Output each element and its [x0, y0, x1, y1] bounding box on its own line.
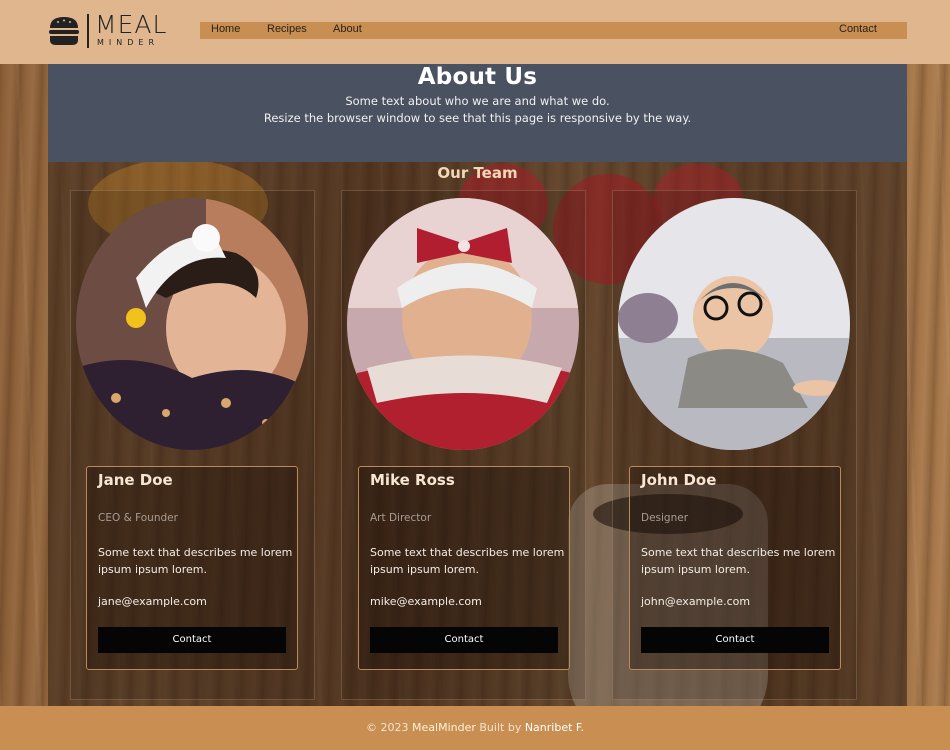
logo-divider	[87, 14, 89, 48]
site-logo[interactable]: MEAL MINDER	[48, 10, 178, 52]
nav-link-recipes[interactable]: Recipes	[267, 23, 307, 35]
member-description: Some text that describes me lorem ipsum …	[98, 546, 293, 576]
member-email: john@example.com	[641, 595, 751, 608]
team-card-john: John Doe Designer Some text that describ…	[629, 466, 841, 670]
team-card-jane: Jane Doe CEO & Founder Some text that de…	[86, 466, 298, 670]
main-content: About Us Some text about who we are and …	[48, 64, 907, 744]
member-role: Designer	[641, 512, 689, 524]
footer-brand-link[interactable]: MealMinder	[412, 721, 476, 734]
site-header: MEAL MINDER Home Recipes About Contact	[0, 0, 950, 64]
logo-title: MEAL	[95, 10, 168, 39]
site-footer: © 2023 MealMinder Built by Nanribet F.	[0, 706, 950, 750]
member-name: Jane Doe	[98, 471, 173, 489]
team-card-mike: Mike Ross Art Director Some text that de…	[358, 466, 570, 670]
nav-link-about[interactable]: About	[333, 23, 362, 35]
member-name: John Doe	[641, 471, 717, 489]
built-by-text: Built by	[479, 721, 522, 734]
nav-bar: Home Recipes About Contact	[200, 22, 907, 39]
about-text-2: Resize the browser window to see that th…	[263, 111, 692, 125]
member-role: Art Director	[370, 512, 432, 524]
nav-link-contact[interactable]: Contact	[839, 23, 877, 35]
baby-photo-1	[76, 198, 308, 450]
team-photo	[347, 198, 579, 450]
about-text-1: Some text about who we are and what we d…	[345, 94, 610, 108]
logo-subtitle: MINDER	[97, 38, 160, 47]
contact-button[interactable]: Contact	[641, 627, 829, 653]
contact-button[interactable]: Contact	[370, 627, 558, 653]
contact-button[interactable]: Contact	[98, 627, 286, 653]
team-photo	[618, 198, 850, 450]
member-description: Some text that describes me lorem ipsum …	[370, 546, 565, 576]
about-section: About Us Some text about who we are and …	[48, 64, 907, 162]
team-photo	[76, 198, 308, 450]
member-role: CEO & Founder	[98, 512, 178, 524]
nav-link-home[interactable]: Home	[211, 23, 240, 35]
baby-photo-2	[347, 198, 579, 450]
burger-icon	[49, 17, 79, 45]
baby-photo-3	[618, 198, 850, 450]
team-heading: Our Team	[437, 164, 518, 182]
footer-author-link[interactable]: Nanribet F.	[525, 721, 584, 734]
member-name: Mike Ross	[370, 471, 455, 489]
page-title: About Us	[417, 64, 538, 90]
member-description: Some text that describes me lorem ipsum …	[641, 546, 836, 576]
member-email: mike@example.com	[370, 595, 482, 608]
copyright-text: © 2023	[366, 721, 409, 734]
member-email: jane@example.com	[98, 595, 207, 608]
